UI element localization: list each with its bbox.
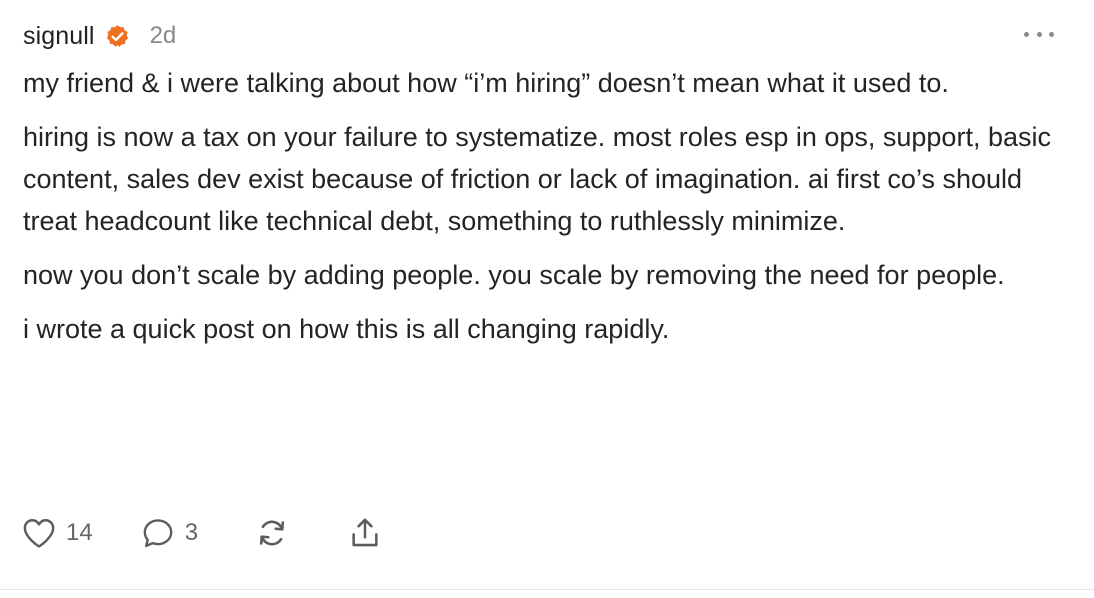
post-paragraph: hiring is now a tax on your failure to s… [23, 122, 1051, 236]
restack-button[interactable] [254, 516, 290, 550]
more-horizontal-icon [1036, 31, 1042, 37]
like-count: 14 [66, 519, 93, 546]
post-timestamp[interactable]: 2d [150, 22, 177, 50]
more-options-button[interactable] [1024, 24, 1054, 44]
like-button[interactable]: 14 [22, 517, 93, 549]
restack-icon [260, 520, 285, 546]
post-body: my friend & i were talking about how “i’… [23, 62, 1063, 362]
post-paragraph: now you don’t scale by adding people. yo… [23, 260, 1005, 290]
divider [0, 589, 1094, 590]
author-name[interactable]: signull [23, 22, 95, 51]
post-paragraph: my friend & i were talking about how “i’… [23, 68, 949, 98]
comment-bubble-icon [143, 519, 173, 548]
more-horizontal-icon [1024, 31, 1029, 37]
post-header: signull 2d [23, 16, 176, 56]
more-horizontal-icon [1049, 31, 1054, 37]
share-icon [352, 518, 378, 547]
post-card: signull 2d my friend & i were talking ab… [0, 0, 1094, 598]
post-paragraph: i wrote a quick post on how this is all … [23, 314, 670, 344]
comment-button[interactable]: 3 [141, 517, 198, 549]
verified-badge-icon [105, 24, 130, 49]
post-actions: 14 3 [22, 512, 382, 554]
share-button[interactable] [348, 516, 382, 550]
heart-icon [23, 519, 55, 548]
comment-count: 3 [184, 519, 199, 546]
